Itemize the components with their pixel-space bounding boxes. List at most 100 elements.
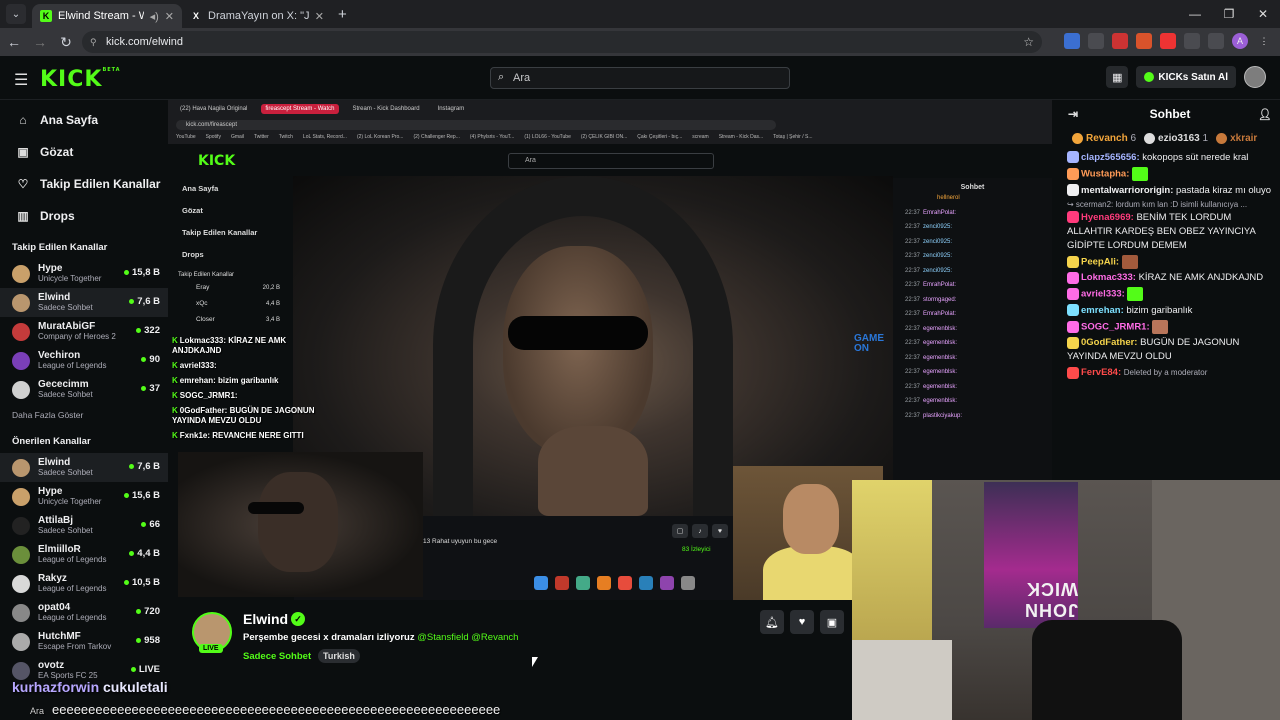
category-link[interactable]: Sadece Sohbet xyxy=(243,651,311,662)
gift-icon[interactable]: ▣ xyxy=(820,610,844,634)
language-tag[interactable]: Turkish xyxy=(318,649,360,663)
extension-icon[interactable] xyxy=(1136,33,1152,49)
search-input[interactable]: ⌕ Ara xyxy=(490,67,790,89)
mute-icon[interactable]: ◂) xyxy=(150,10,159,23)
stream-browser-chrome: (22) Hava Nagila Original fireascept Str… xyxy=(168,100,1052,144)
chat-message: mentalwarriororigin: pastada kiraz mı ol… xyxy=(1060,183,1280,199)
user-avatar[interactable] xyxy=(1244,66,1266,88)
chat-username[interactable]: 0GodFather: xyxy=(1081,337,1137,348)
menu-dots-icon[interactable]: ⋮ xyxy=(1256,33,1272,49)
recommended-channel-item[interactable]: Rakyz League of Legends 10,5 B xyxy=(0,569,168,598)
followed-channel-item[interactable]: MuratAbiGF Company of Heroes 2 322 xyxy=(0,317,168,346)
chat-username[interactable]: mentalwarriororigin: xyxy=(1081,185,1173,196)
chat-username[interactable]: Wustapha: xyxy=(1081,169,1129,180)
search-placeholder: Ara xyxy=(513,72,531,84)
chat-badge-icon xyxy=(1067,184,1079,196)
collapse-chat-icon[interactable]: ⇥ xyxy=(1068,107,1078,121)
chat-username[interactable]: Hyena6969: xyxy=(1081,212,1134,223)
emote-icon xyxy=(1132,167,1149,181)
hamburger-icon[interactable]: ☰ xyxy=(14,70,28,90)
followed-channel-item[interactable]: Hype Unicycle Together 15,8 B xyxy=(0,259,168,288)
show-more-link[interactable]: Daha Fazla Göster xyxy=(0,404,168,426)
new-tab-icon[interactable]: + xyxy=(338,6,347,23)
mention-link[interactable]: @Stansfield xyxy=(417,632,468,643)
chat-username[interactable]: emrehan: xyxy=(1081,305,1124,316)
tab-search-button[interactable]: ⌄ xyxy=(6,4,26,24)
channel-name[interactable]: Elwind xyxy=(243,611,288,627)
recommended-channel-item[interactable]: AttilaBj Sadece Sohbet 66 xyxy=(0,511,168,540)
taskbar-icons xyxy=(534,576,695,590)
viewer-count: 15,8 B xyxy=(124,267,160,278)
mention-link[interactable]: @Revanch xyxy=(471,632,518,643)
inner-bookmark: Twitch xyxy=(278,134,293,140)
recommended-channel-item[interactable]: Hype Unicycle Together 15,6 B xyxy=(0,482,168,511)
emote-icon xyxy=(1127,287,1144,302)
chat-username[interactable]: FervE84: xyxy=(1081,367,1121,378)
nav-browse[interactable]: ▣ Gözat xyxy=(0,136,168,168)
site-info-icon[interactable]: ⚲ xyxy=(90,37,97,48)
close-tab-icon[interactable]: ✕ xyxy=(165,10,174,23)
restore-icon[interactable]: ❐ xyxy=(1212,0,1246,28)
profile-icon[interactable]: A xyxy=(1232,33,1248,49)
back-icon[interactable]: ← xyxy=(2,34,26,50)
chat-username[interactable]: SOGC_JRMR1: xyxy=(1081,321,1150,332)
extension-icon[interactable] xyxy=(1112,33,1128,49)
chat-message: Lokmac333: KİRAZ NE AMK ANJDKAJND xyxy=(1060,270,1280,286)
kick-logo[interactable]: KICKBETA xyxy=(40,67,121,92)
nav-home[interactable]: ⌂ Ana Sayfa xyxy=(0,104,168,136)
chat-users-icon[interactable]: 👤︎ xyxy=(1258,108,1272,121)
nav-following[interactable]: ♡ Takip Edilen Kanallar xyxy=(0,168,168,200)
inner-kick-header: KICK Ara xyxy=(168,144,1052,178)
chat-username[interactable]: clapz565656: xyxy=(1081,152,1140,163)
buy-kicks-button[interactable]: KICKs Satın Al xyxy=(1136,66,1236,88)
clips-icon[interactable]: ▦ xyxy=(1106,66,1129,88)
inner-tab: (22) Hava Nagila Original xyxy=(180,106,248,112)
forward-icon[interactable]: → xyxy=(28,34,52,50)
overlay-chat: K Lokmac333: KİRAZ NE AMK ANJDKAJND Kavrie… xyxy=(172,336,332,446)
chat-username[interactable]: avriel333: xyxy=(1081,289,1125,300)
url-field[interactable]: ⚲ kick.com/elwind ☆ xyxy=(82,31,1042,53)
chat-message: Hyena6969: BENİM TEK LORDUM ALLAHTIR KAR… xyxy=(1067,211,1256,251)
chat-message: clapz565656: kokopops süt nerede kral xyxy=(1060,150,1280,166)
channel-avatar xyxy=(12,458,30,477)
extension-icon[interactable] xyxy=(1064,33,1080,49)
top-gifter[interactable]: ezio3163 1 xyxy=(1144,133,1208,145)
media-icon[interactable] xyxy=(1208,33,1224,49)
chat-username[interactable]: Lokmac333: xyxy=(1081,272,1136,283)
followed-channel-item[interactable]: Elwind Sadece Sohbet 7,6 B xyxy=(0,288,168,317)
bottom-overlay-message: kurhazforwin cukuletali xyxy=(12,679,168,695)
close-window-icon[interactable]: ✕ xyxy=(1246,0,1280,28)
recommended-channel-item[interactable]: ElmiilloR League of Legends 4,4 B xyxy=(0,540,168,569)
viewer-count: 10,5 B xyxy=(124,577,160,588)
notification-bell-icon[interactable]: 🔔︎ xyxy=(760,610,784,634)
followed-channel-item[interactable]: Vechiron League of Legends 90 xyxy=(0,346,168,375)
overlay-chat-line: K SOGC_JRMR1: xyxy=(172,391,238,400)
followed-channel-item[interactable]: Gececimm Sadece Sohbet 37 xyxy=(0,375,168,404)
puzzle-icon[interactable] xyxy=(1184,33,1200,49)
browser-tab[interactable]: X DramaYayın on X: "Jahrein ve G ✕ xyxy=(182,4,332,28)
channel-avatar xyxy=(12,322,30,341)
reload-icon[interactable]: ↻ xyxy=(54,34,78,51)
recommended-channel-item[interactable]: Elwind Sadece Sohbet 7,6 B xyxy=(0,453,168,482)
heart-icon: ♡ xyxy=(17,177,29,191)
inner-chat-title: Sohbet xyxy=(960,184,985,191)
inner-chat-line: 22:37 zenci0925: xyxy=(905,224,953,230)
follow-heart-icon[interactable]: ♥ xyxy=(790,610,814,634)
nav-drops[interactable]: ▥ Drops xyxy=(0,200,168,232)
hand-shape xyxy=(538,426,648,516)
inner-kick-logo: KICK xyxy=(198,153,236,169)
chat-username[interactable]: PeepAli: xyxy=(1081,256,1119,267)
inner-nav-item: Takip Edilen Kanallar xyxy=(182,228,258,237)
top-gifter[interactable]: xkrair xyxy=(1216,133,1257,145)
extension-icon[interactable] xyxy=(1160,33,1176,49)
minimize-icon[interactable]: — xyxy=(1178,0,1212,28)
top-gifter[interactable]: Revanch 6 xyxy=(1072,133,1136,145)
inner-bookmark: YouTube xyxy=(176,134,196,140)
recommended-channel-item[interactable]: opat04 League of Legends 720 xyxy=(0,598,168,627)
browser-tab-active[interactable]: K Elwind Stream - Watch Live ◂) ✕ xyxy=(32,4,182,28)
recommended-channel-item[interactable]: HutchMF Escape From Tarkov 958 xyxy=(0,627,168,656)
channel-avatar xyxy=(12,516,30,535)
shield-icon[interactable] xyxy=(1088,33,1104,49)
bookmark-star-icon[interactable]: ☆ xyxy=(1023,35,1034,49)
close-tab-icon[interactable]: ✕ xyxy=(315,10,324,23)
